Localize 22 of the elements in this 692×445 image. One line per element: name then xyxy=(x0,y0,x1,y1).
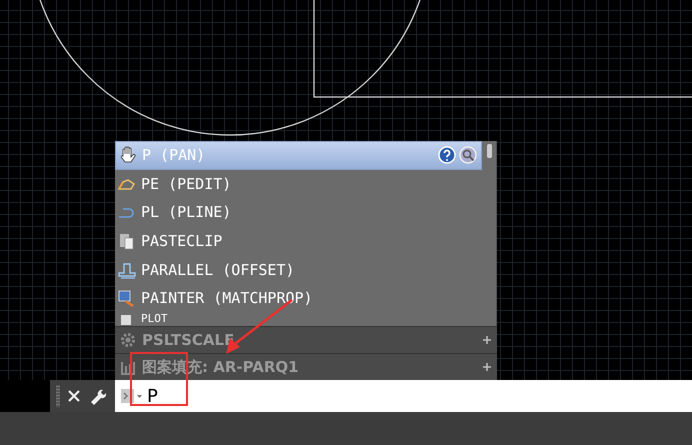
search-help-icon[interactable] xyxy=(459,146,477,164)
suggestion-item[interactable]: PL (PLINE) xyxy=(115,198,482,227)
hand-icon xyxy=(118,146,138,164)
plus-icon[interactable] xyxy=(483,336,491,344)
offset-icon xyxy=(117,260,137,279)
plus-icon[interactable] xyxy=(483,363,491,372)
command-line-field[interactable]: P xyxy=(115,380,692,412)
command-input[interactable]: P xyxy=(147,386,627,406)
suggestion-item[interactable]: PE (PEDIT) xyxy=(115,170,482,198)
suggestion-item[interactable]: PARALLEL (OFFSET) xyxy=(115,255,482,284)
close-icon[interactable] xyxy=(68,390,80,402)
paint-brush-icon xyxy=(117,289,137,308)
suggestion-item[interactable]: PASTECLIP xyxy=(115,226,482,256)
highlight-box xyxy=(130,352,188,406)
grip-handle[interactable] xyxy=(56,385,60,407)
suggestion-item[interactable]: PLOT xyxy=(115,312,482,326)
section-row[interactable]: PSLTSCALE xyxy=(115,326,497,354)
help-icon[interactable] xyxy=(438,146,456,164)
gear-icon xyxy=(119,330,137,349)
suggestion-item[interactable]: PAINTER (MATCHPROP) xyxy=(115,284,482,313)
prompt-icon[interactable] xyxy=(121,388,143,404)
section-row[interactable]: 图案填充: AR-PARQ1 xyxy=(115,353,497,380)
